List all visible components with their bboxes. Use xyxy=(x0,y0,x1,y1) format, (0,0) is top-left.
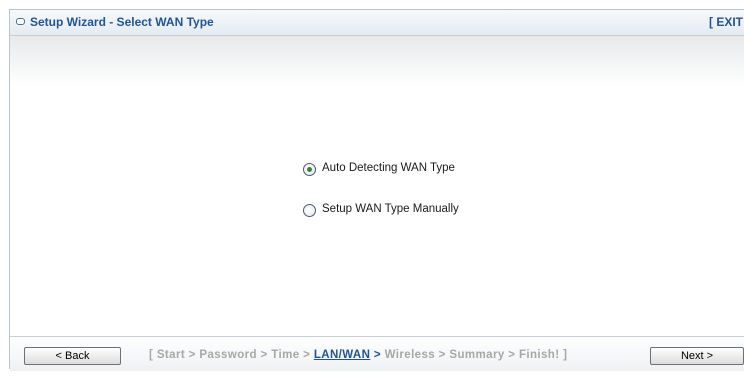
setup-wizard-panel: Setup Wizard - Select WAN Type [ EXIT Au… xyxy=(9,9,744,371)
wizard-steps-breadcrumb: [ Start > Password > Time > LAN/WAN > Wi… xyxy=(149,349,567,361)
step-summary: Summary xyxy=(449,349,505,361)
step-password: Password xyxy=(199,349,257,361)
step-separator: > xyxy=(260,349,268,361)
step-separator: > xyxy=(303,349,311,361)
step-finish: Finish! xyxy=(518,349,560,361)
step-separator: > xyxy=(438,349,446,361)
title-bullet-icon xyxy=(16,18,25,25)
steps-open-bracket: [ xyxy=(149,349,154,361)
step-separator: > xyxy=(373,349,382,361)
auto-detect-radio[interactable] xyxy=(303,163,316,176)
step-start: Start xyxy=(156,349,186,361)
next-button[interactable]: Next > xyxy=(650,347,744,365)
manual-setup-radio[interactable] xyxy=(303,204,316,217)
steps-close-bracket: ] xyxy=(563,349,568,361)
manual-setup-label[interactable]: Setup WAN Type Manually xyxy=(322,203,459,215)
step-time: Time xyxy=(271,349,300,361)
auto-detect-label[interactable]: Auto Detecting WAN Type xyxy=(322,162,455,174)
wizard-footer: < Back [ Start > Password > Time > LAN/W… xyxy=(10,336,744,371)
step-separator: > xyxy=(508,349,516,361)
step-wireless: Wireless xyxy=(384,349,436,361)
header-shade xyxy=(10,36,744,86)
step-separator: > xyxy=(188,349,196,361)
radio-selected-dot-icon xyxy=(307,167,312,172)
back-button[interactable]: < Back xyxy=(24,347,121,365)
step-lan-wan-current: LAN/WAN xyxy=(313,349,371,361)
page-title: Setup Wizard - Select WAN Type xyxy=(30,15,214,29)
exit-link[interactable]: [ EXIT xyxy=(709,15,743,29)
wizard-header: Setup Wizard - Select WAN Type [ EXIT xyxy=(10,10,744,36)
